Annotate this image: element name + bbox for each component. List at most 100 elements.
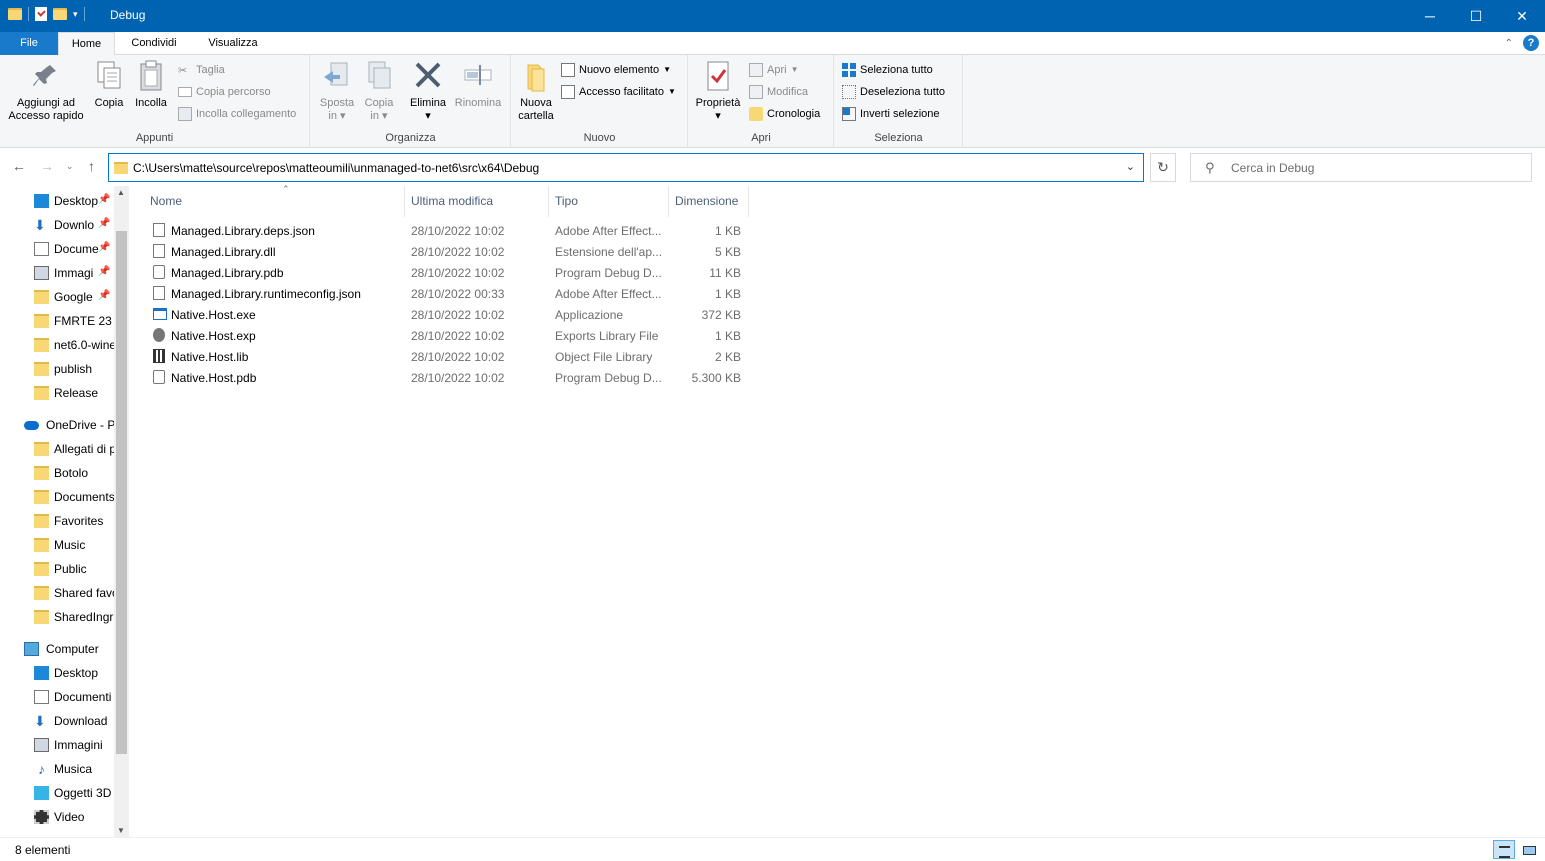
nav-item-release[interactable]: Release [0, 381, 114, 405]
nav-item-music[interactable]: Music [0, 533, 114, 557]
file-row[interactable]: Managed.Library.runtimeconfig.json 28/10… [148, 283, 748, 304]
paste-shortcut-button[interactable]: Incolla collegamento [178, 106, 296, 122]
sort-ascending-icon: ⌃ [282, 184, 290, 194]
open-button[interactable]: Apri ▼ [749, 62, 798, 78]
file-row[interactable]: Managed.Library.deps.json 28/10/2022 10:… [148, 220, 748, 241]
nav-item-3d-objects[interactable]: Oggetti 3D [0, 781, 114, 805]
file-row[interactable]: Native.Host.pdb 28/10/2022 10:02 Program… [148, 367, 748, 388]
new-item-icon [561, 63, 575, 77]
tab-home[interactable]: Home [58, 32, 115, 56]
nav-item-botolo[interactable]: Botolo [0, 461, 114, 485]
file-row[interactable]: Managed.Library.pdb 28/10/2022 10:02 Pro… [148, 262, 748, 283]
file-list: Nome ⌃ Ultima modifica Tipo Dimensione M… [130, 184, 1545, 837]
nav-item-fmrte[interactable]: FMRTE 23 [0, 309, 114, 333]
nav-pane-scrollbar[interactable]: ▲ ▼ [114, 186, 129, 837]
tab-view[interactable]: Visualizza [196, 32, 270, 55]
nav-item-computer-downloads[interactable]: ⬇ Download [0, 709, 114, 733]
onedrive-icon [24, 421, 39, 430]
minimize-button[interactable]: ─ [1407, 0, 1453, 32]
move-to-button[interactable]: Sposta in ▾ [317, 59, 357, 123]
column-header-modified[interactable]: Ultima modifica [405, 186, 549, 217]
file-row[interactable]: Native.Host.lib 28/10/2022 10:02 Object … [148, 346, 748, 367]
column-header-size[interactable]: Dimensione [669, 186, 749, 217]
scroll-up-icon[interactable]: ▲ [117, 188, 125, 197]
column-header-type[interactable]: Tipo [549, 186, 669, 217]
properties-button[interactable]: Proprietà ▾ [692, 59, 744, 123]
nav-item-documents[interactable]: Docume 📌 [0, 237, 114, 261]
nav-item-desktop[interactable]: Desktop 📌 [0, 189, 114, 213]
title-bar: ▾ Debug ─ ☐ ✕ [0, 0, 1545, 32]
group-new: Nuova cartella Nuovo elemento ▼ Accesso … [512, 55, 688, 148]
copy-to-button[interactable]: Copia in ▾ [359, 59, 399, 123]
nav-item-onedrive-documents[interactable]: Documents [0, 485, 114, 509]
copy-path-button[interactable]: Copia percorso [178, 84, 271, 100]
nav-item-computer-documents[interactable]: Documenti [0, 685, 114, 709]
properties-quick-icon[interactable] [35, 7, 47, 21]
pin-quick-access-button[interactable]: Aggiungi ad Accesso rapido [6, 59, 86, 123]
large-icons-view-button[interactable] [1517, 840, 1539, 859]
nav-item-downloads[interactable]: ⬇ Downlo 📌 [0, 213, 114, 237]
new-folder-button[interactable]: Nuova cartella [516, 59, 556, 123]
cut-button[interactable]: ✂ Taglia [178, 62, 225, 78]
group-label-clipboard: Appunti [135, 132, 174, 144]
close-button[interactable]: ✕ [1499, 0, 1545, 32]
nav-item-pictures[interactable]: Immagi 📌 [0, 261, 114, 285]
up-arrow-icon[interactable]: ↑ [88, 158, 95, 174]
scroll-down-icon[interactable]: ▼ [117, 826, 125, 835]
delete-label: Elimina [409, 97, 447, 109]
new-folder-quick-icon[interactable] [53, 8, 67, 20]
nav-item-shared-favorites[interactable]: Shared favo [0, 581, 114, 605]
rename-button[interactable]: Rinomina [451, 59, 505, 110]
address-bar[interactable]: C:\Users\matte\source\repos\matteoumili\… [108, 153, 1144, 182]
tab-share[interactable]: Condividi [120, 32, 188, 55]
nav-item-public[interactable]: Public [0, 557, 114, 581]
search-input[interactable]: ⚲ Cerca in Debug [1190, 153, 1532, 182]
copy-button[interactable]: Copia [92, 59, 126, 110]
recent-locations-icon[interactable]: ⌄ [66, 161, 74, 172]
new-item-button[interactable]: Nuovo elemento ▼ [561, 62, 671, 78]
nav-item-onedrive[interactable]: OneDrive - P [0, 413, 114, 437]
edit-button[interactable]: Modifica [749, 84, 808, 100]
address-path[interactable]: C:\Users\matte\source\repos\matteoumili\… [133, 161, 539, 175]
invert-selection-button[interactable]: Inverti selezione [842, 106, 940, 122]
invert-selection-label: Inverti selezione [860, 108, 940, 120]
refresh-button[interactable]: ↻ [1150, 153, 1176, 182]
forward-arrow-icon[interactable]: → [40, 158, 54, 174]
file-row[interactable]: Native.Host.exe 28/10/2022 10:02 Applica… [148, 304, 748, 325]
file-row[interactable]: Managed.Library.dll 28/10/2022 10:02 Est… [148, 241, 748, 262]
details-view-button[interactable] [1493, 840, 1515, 859]
nav-item-computer-desktop[interactable]: Desktop [0, 661, 114, 685]
customize-toolbar-dropdown-icon[interactable]: ▾ [73, 9, 78, 20]
paste-button[interactable]: Incolla [132, 59, 170, 110]
back-arrow-icon[interactable]: ← [12, 158, 26, 174]
address-dropdown-icon[interactable]: ⌄ [1126, 160, 1135, 173]
collapse-ribbon-icon[interactable]: ⌃ [1505, 38, 1513, 49]
nav-item-publish[interactable]: publish [0, 357, 114, 381]
delete-dropdown-icon[interactable]: ▾ [408, 110, 448, 123]
easy-access-button[interactable]: Accesso facilitato ▼ [561, 84, 676, 100]
nav-item-computer[interactable]: Computer [0, 637, 114, 661]
tab-file[interactable]: File [0, 32, 58, 55]
help-icon[interactable]: ? [1523, 35, 1539, 51]
move-to-label-2: in ▾ [328, 110, 346, 122]
nav-item-computer-music[interactable]: ♪ Musica [0, 757, 114, 781]
nav-item-net6[interactable]: net6.0-wine [0, 333, 114, 357]
select-all-button[interactable]: Seleziona tutto [842, 62, 933, 78]
nav-item-google[interactable]: Google 📌 [0, 285, 114, 309]
file-row[interactable]: Native.Host.exp 28/10/2022 10:02 Exports… [148, 325, 748, 346]
properties-dropdown-icon[interactable]: ▾ [692, 110, 744, 123]
nav-item-favorites[interactable]: Favorites [0, 509, 114, 533]
maximize-button[interactable]: ☐ [1453, 0, 1499, 32]
nav-item-sharedingr[interactable]: SharedIngr [0, 605, 114, 629]
easy-access-dropdown-icon: ▼ [667, 87, 676, 96]
document-icon [34, 690, 49, 704]
deselect-all-button[interactable]: Deseleziona tutto [842, 84, 945, 100]
nav-item-video[interactable]: Video [0, 805, 114, 829]
nav-item-computer-pictures[interactable]: Immagini [0, 733, 114, 757]
nav-item-allegati[interactable]: Allegati di p [0, 437, 114, 461]
scrollbar-thumb[interactable] [116, 231, 127, 754]
history-button[interactable]: Cronologia [749, 106, 820, 122]
delete-button[interactable]: Elimina ▾ [408, 59, 448, 123]
search-placeholder: Cerca in Debug [1231, 161, 1315, 175]
column-header-name[interactable]: Nome ⌃ [142, 184, 405, 217]
